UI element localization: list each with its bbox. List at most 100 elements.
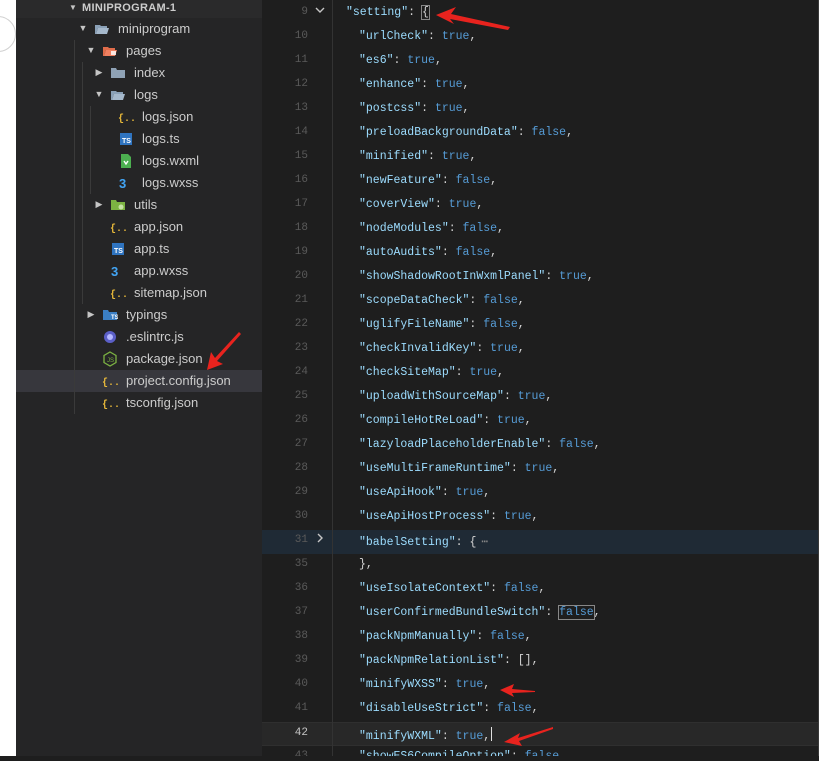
code-line[interactable]: 28 "useMultiFrameRuntime": true, xyxy=(262,458,819,482)
chevron-down-icon[interactable]: ▼ xyxy=(78,23,88,33)
css-file-icon: 3 xyxy=(118,175,134,191)
colon-punct: : xyxy=(455,536,470,549)
code-line[interactable]: 31 "babelSetting": {⋯ xyxy=(262,530,819,554)
fold-chevron-right-icon[interactable] xyxy=(314,532,326,548)
indent-guide-line xyxy=(74,326,75,348)
code-line[interactable]: 24 "checkSiteMap": true, xyxy=(262,362,819,386)
fold-chevron-down-icon[interactable] xyxy=(314,4,326,20)
code-line[interactable]: 25 "uploadWithSourceMap": true, xyxy=(262,386,819,410)
tree-item-utils[interactable]: ▶ utils xyxy=(16,194,262,216)
code-editor[interactable]: 9 "setting": {10 "urlCheck": true, 11 "es6":… xyxy=(262,0,819,761)
indent-guide-line xyxy=(74,106,75,128)
tree-item-miniprogram[interactable]: ▼ miniprogram xyxy=(16,18,262,40)
code-line[interactable]: 35}, xyxy=(262,554,819,578)
code-line[interactable]: 39 "packNpmRelationList": [], xyxy=(262,650,819,674)
tree-item-logs-json[interactable]: {..} logs.json xyxy=(16,106,262,128)
chevron-right-icon[interactable]: ▶ xyxy=(94,67,104,78)
colon-punct: : xyxy=(545,438,560,451)
indent-guide-line xyxy=(74,62,75,84)
tree-item-sitemap-json[interactable]: {..} sitemap.json xyxy=(16,282,262,304)
code-line[interactable]: 9 "setting": { xyxy=(262,2,819,26)
json-value: true xyxy=(455,486,484,499)
code-line[interactable]: 41 "disableUseStrict": false, xyxy=(262,698,819,722)
indent-guide-line xyxy=(90,128,91,150)
line-number: 23 xyxy=(294,342,308,354)
code-line[interactable]: 26 "compileHotReLoad": true, xyxy=(262,410,819,434)
json-key: "nodeModules" xyxy=(359,222,449,235)
code-line[interactable]: 27 "lazyloadPlaceholderEnable": false, xyxy=(262,434,819,458)
code-line[interactable]: 13 "postcss": true, xyxy=(262,98,819,122)
tree-item-label: project.config.json xyxy=(126,373,231,388)
json-key: "useMultiFrameRuntime" xyxy=(359,462,511,475)
tree-item-typings[interactable]: ▶ TS typings xyxy=(16,304,262,326)
tree-item-app-json[interactable]: {..} app.json xyxy=(16,216,262,238)
code-line[interactable]: 30 "useApiHostProcess": true, xyxy=(262,506,819,530)
code-line[interactable]: 16 "newFeature": false, xyxy=(262,170,819,194)
chevron-right-icon[interactable]: ▶ xyxy=(94,199,104,210)
tree-item-app-wxss[interactable]: 3 app.wxss xyxy=(16,260,262,282)
code-text: "setting": { xyxy=(346,5,430,20)
code-line[interactable]: 29 "useApiHook": true, xyxy=(262,482,819,506)
comma-punct: , xyxy=(524,414,532,427)
tree-item-logs[interactable]: ▼ logs xyxy=(16,84,262,106)
bottom-edge xyxy=(0,756,819,761)
code-line[interactable]: 21 "scopeDataCheck": false, xyxy=(262,290,819,314)
code-line[interactable]: 18 "nodeModules": false, xyxy=(262,218,819,242)
code-line[interactable]: 38 "packNpmManually": false, xyxy=(262,626,819,650)
code-text: "es6": true, xyxy=(359,54,442,67)
json-file-icon: {..} xyxy=(102,395,126,411)
code-line[interactable]: 11 "es6": true, xyxy=(262,50,819,74)
svg-text:{..}: {..} xyxy=(102,399,118,411)
code-text: "minifyWXML": true, xyxy=(359,727,493,743)
comma-punct: , xyxy=(517,318,525,331)
tree-item-project-config-json[interactable]: {..} project.config.json xyxy=(16,370,262,392)
code-line[interactable]: 23 "checkInvalidKey": true, xyxy=(262,338,819,362)
chevron-down-icon[interactable]: ▼ xyxy=(94,89,104,99)
tree-item-logs-ts[interactable]: TS logs.ts xyxy=(16,128,262,150)
code-line[interactable]: 14 "preloadBackgroundData": false, xyxy=(262,122,819,146)
json-key: "useApiHostProcess" xyxy=(359,510,491,523)
tree-item-label: logs xyxy=(134,87,158,102)
line-number: 22 xyxy=(294,318,308,330)
code-line[interactable]: 40 "minifyWXSS": true, xyxy=(262,674,819,698)
code-line[interactable]: 36 "useIsolateContext": false, xyxy=(262,578,819,602)
tree-item-index[interactable]: ▶ index xyxy=(16,62,262,84)
code-line[interactable]: 12 "enhance": true, xyxy=(262,74,819,98)
colon-punct: : xyxy=(428,150,442,163)
code-line[interactable]: 20 "showShadowRootInWxmlPanel": true, xyxy=(262,266,819,290)
json-value: false xyxy=(455,174,491,187)
tree-item-label: miniprogram xyxy=(118,21,191,36)
code-line[interactable]: 10 "urlCheck": true, xyxy=(262,26,819,50)
tree-item-pages[interactable]: ▼ pages xyxy=(16,40,262,62)
code-line[interactable]: 37 "userConfirmedBundleSwitch": false, xyxy=(262,602,819,626)
line-number: 41 xyxy=(294,702,308,714)
code-line[interactable]: 15 "minified": true, xyxy=(262,146,819,170)
chevron-down-icon[interactable]: ▼ xyxy=(86,45,96,55)
explorer-root-header[interactable]: ▼ MINIPROGRAM-1 xyxy=(16,0,262,18)
comma-punct: , xyxy=(517,294,525,307)
json-key: "packNpmRelationList" xyxy=(359,654,504,667)
json-key: "useApiHook" xyxy=(359,486,442,499)
code-line[interactable]: 19 "autoAudits": false, xyxy=(262,242,819,266)
code-line[interactable]: 17 "coverView": true, xyxy=(262,194,819,218)
line-number: 39 xyxy=(294,654,308,666)
json-key: "preloadBackgroundData" xyxy=(359,126,518,139)
json-key: "es6" xyxy=(359,54,394,67)
tree-item-app-ts[interactable]: TS app.ts xyxy=(16,238,262,260)
comma-punct: , xyxy=(586,270,594,283)
json-key: "coverView" xyxy=(359,198,435,211)
line-number: 29 xyxy=(294,486,308,498)
indent-guide-line xyxy=(74,260,75,282)
tree-item-logs-wxml[interactable]: logs.wxml xyxy=(16,150,262,172)
line-number: 37 xyxy=(294,606,308,618)
json-value: false xyxy=(455,246,491,259)
json-key: "scopeDataCheck" xyxy=(359,294,470,307)
code-line[interactable]: 22 "uglifyFileName": false, xyxy=(262,314,819,338)
chevron-right-icon[interactable]: ▶ xyxy=(86,309,96,320)
json-value: true xyxy=(441,150,470,163)
json-value: false xyxy=(483,318,518,331)
tree-item-logs-wxss[interactable]: 3 logs.wxss xyxy=(16,172,262,194)
tree-item-tsconfig-json[interactable]: {..} tsconfig.json xyxy=(16,392,262,414)
folded-ellipsis[interactable]: ⋯ xyxy=(481,536,488,549)
tree-item-label: typings xyxy=(126,307,168,322)
